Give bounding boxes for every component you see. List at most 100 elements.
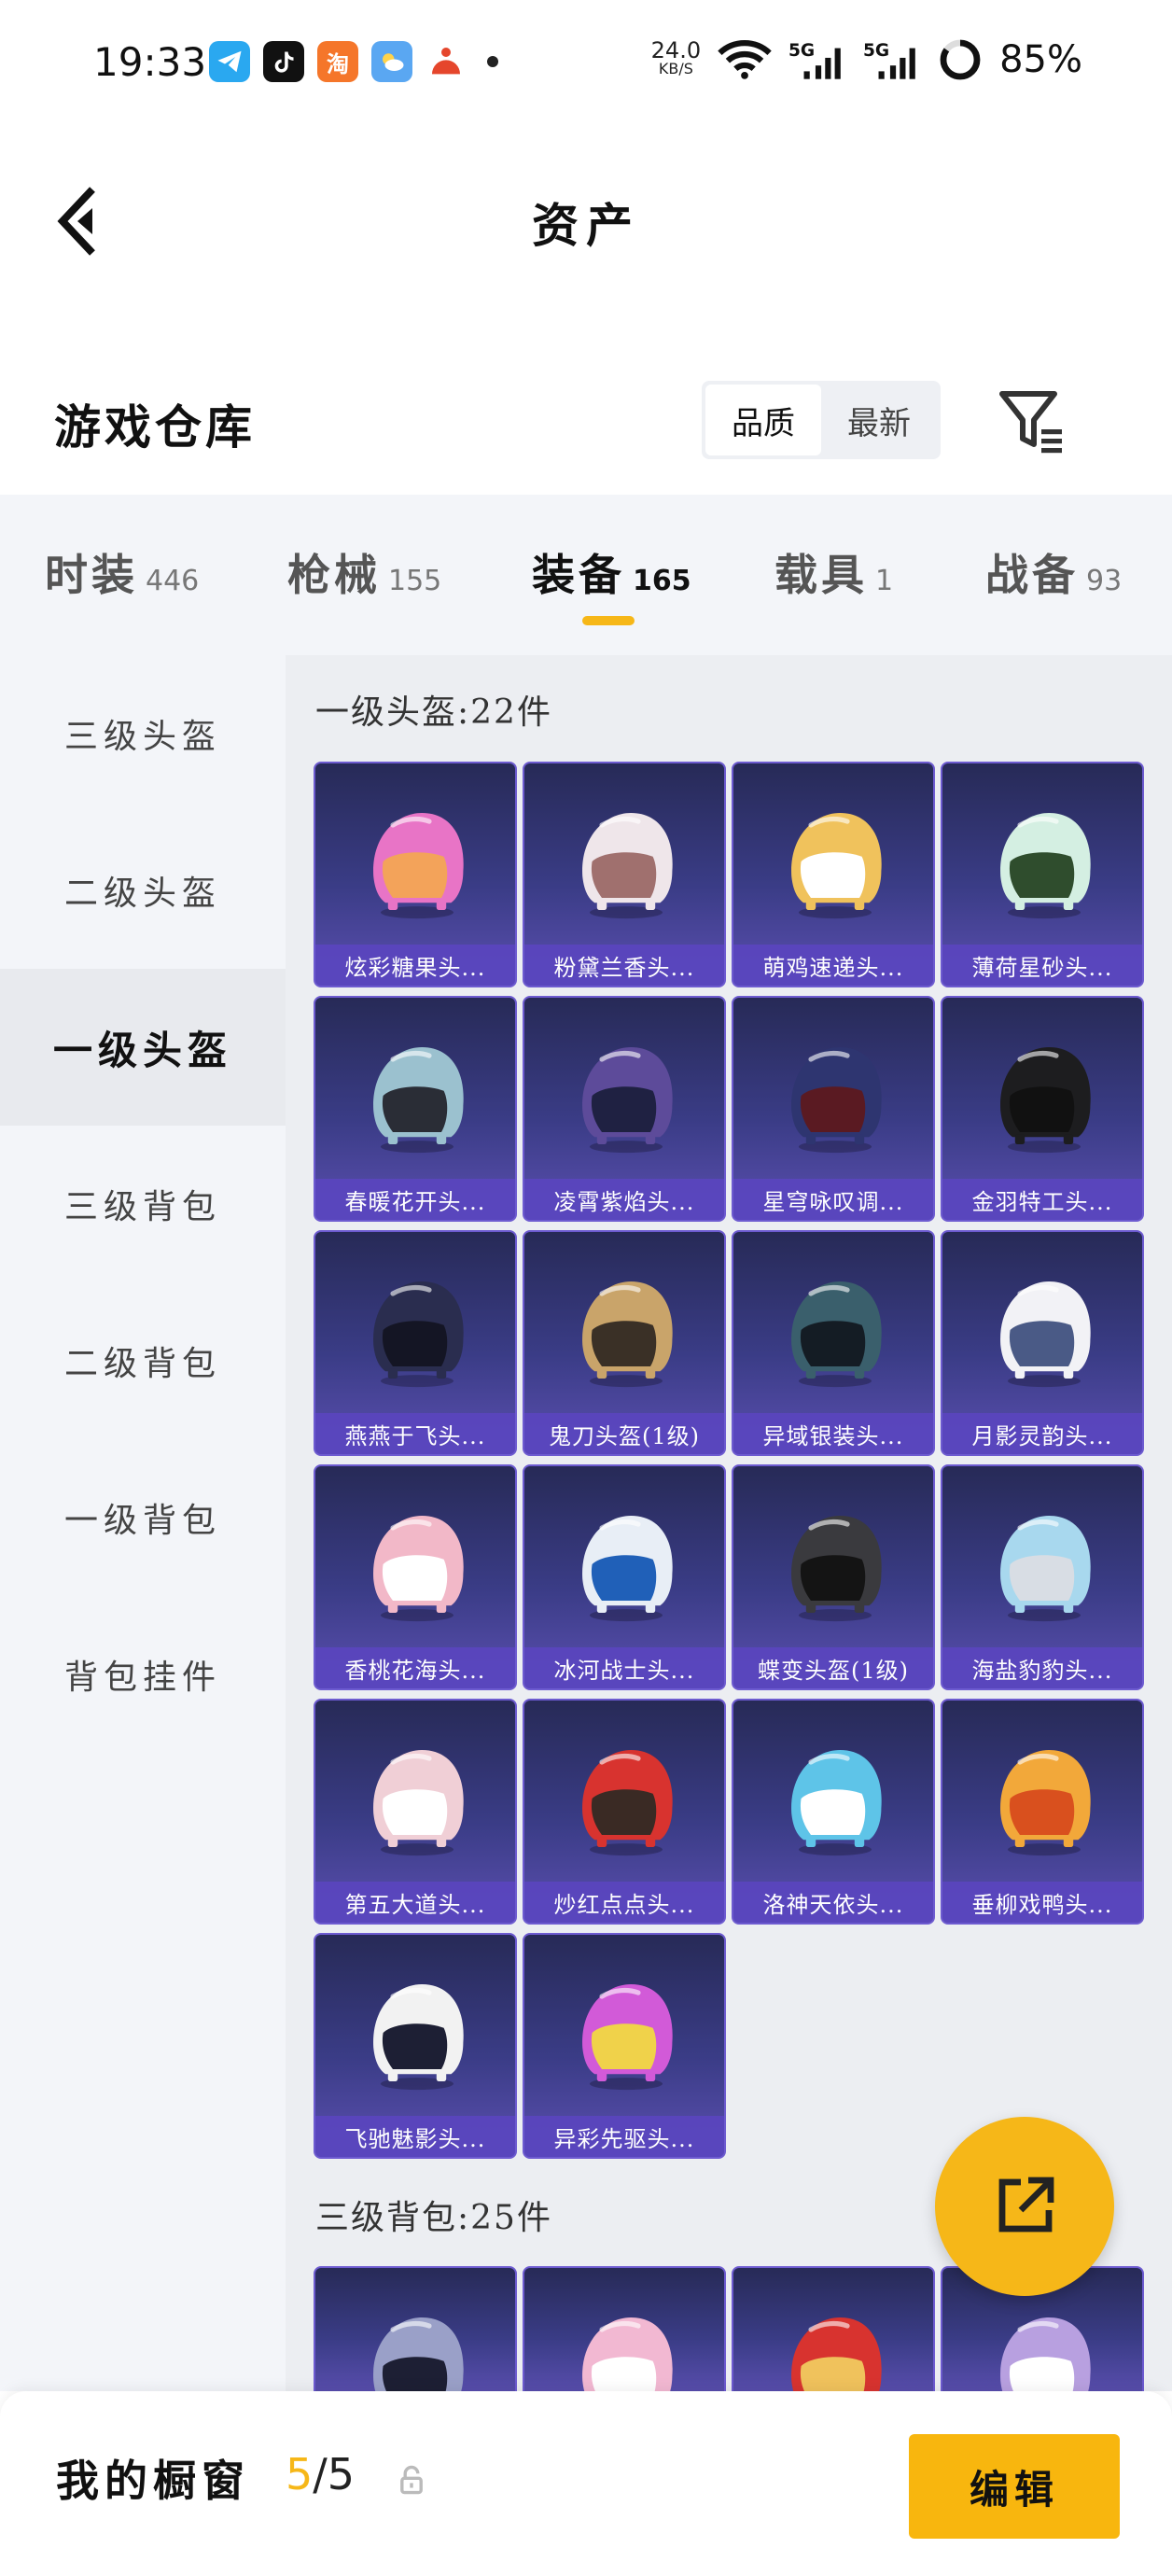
sidebar-item-level1-backpack[interactable]: 一级背包 [0,1439,286,1596]
helmet-image [791,813,882,919]
item-card[interactable]: 香桃花海头... [314,1464,517,1690]
item-card[interactable] [732,2266,935,2391]
sidebar-item-level3-helmet[interactable]: 三级头盔 [0,655,286,812]
weather-icon [371,41,412,82]
helmet-image [582,813,673,919]
group-title-level3-backpack: 三级背包:25件 [315,2199,552,2237]
svg-text:5G: 5G [788,41,815,61]
showcase-current: 5 [286,2449,314,2499]
lock-icon [400,2465,423,2495]
tab-label: 载具 [774,550,868,600]
item-name: 燕燕于飞头... [315,1413,515,1454]
item-card[interactable]: 春暖花开头... [314,996,517,1222]
warehouse-title: 游戏仓库 [54,399,256,455]
edit-button[interactable]: 编辑 [909,2434,1120,2539]
tab-label: 战备 [985,550,1079,600]
sidebar-item-backpack-charm[interactable]: 背包挂件 [0,1596,286,1753]
tab-count: 165 [633,565,691,597]
tab-label: 装备 [532,550,625,600]
item-card[interactable]: 鬼刀头盔(1级) [523,1230,726,1456]
item-card[interactable]: 洛神天依头... [732,1699,935,1925]
sort-toggle: 品质 最新 [702,381,941,459]
item-card[interactable]: 炫彩糖果头... [314,762,517,987]
item-name: 垂柳戏鸭头... [942,1882,1142,1923]
item-name: 薄荷星砂头... [942,945,1142,986]
item-card[interactable]: 蝶变头盔(1级) [732,1464,935,1690]
item-name: 香桃花海头... [315,1647,515,1688]
share-button[interactable] [935,2117,1114,2296]
signal-5g-icon-2: 5G [863,41,915,79]
status-bar: 19:33 淘 24.0 KB/S 5G 5G 85% [0,0,1172,131]
item-name: 第五大道头... [315,1882,515,1923]
sort-option-latest[interactable]: 最新 [821,385,937,455]
wifi-icon [718,40,772,79]
helmet-image [1000,1281,1091,1388]
item-name: 炒红点点头... [524,1882,724,1923]
helmet-image [373,813,464,919]
item-card[interactable]: 第五大道头... [314,1699,517,1925]
item-card[interactable]: 异域银装头... [732,1230,935,1456]
item-card[interactable]: 炒红点点头... [523,1699,726,1925]
sort-option-quality[interactable]: 品质 [705,385,821,455]
item-card[interactable]: 海盐豹豹头... [941,1464,1144,1690]
item-card[interactable]: 飞驰魅影头... [314,1933,517,2159]
item-card[interactable] [523,2266,726,2391]
item-card[interactable]: 粉黛兰香头... [523,762,726,987]
tab-supplies[interactable]: 战备 93 [985,541,1122,603]
helmet-image [791,1750,882,1856]
page-title: 资产 [532,198,640,253]
battery-percent: 85% [999,38,1082,81]
sidebar-item-level3-backpack[interactable]: 三级背包 [0,1126,286,1282]
item-card[interactable] [314,2266,517,2391]
item-card[interactable]: 异彩先驱头... [523,1933,726,2159]
filter-button[interactable] [995,383,1069,457]
sidebar-item-level2-backpack[interactable]: 二级背包 [0,1282,286,1439]
tab-equipment[interactable]: 装备 165 [532,541,691,603]
item-name: 飞驰魅影头... [315,2116,515,2157]
tab-weapons[interactable]: 枪械 155 [287,541,441,603]
helmet-image [373,1984,464,2091]
tab-vehicles[interactable]: 载具 1 [774,541,893,603]
item-card[interactable]: 凌霄紫焰头... [523,996,726,1222]
item-card[interactable]: 冰河战士头... [523,1464,726,1690]
taobao-glyph: 淘 [327,50,349,77]
helmet-image [582,1047,673,1154]
showcase-count: 5/5 [286,2449,355,2499]
helmet-image [1000,1047,1091,1154]
item-card[interactable]: 月影灵韵头... [941,1230,1144,1456]
helmet-image [1000,1750,1091,1856]
item-card[interactable]: 星穹咏叹调... [732,996,935,1222]
header: 资产 [0,131,1172,308]
item-name: 凌霄紫焰头... [524,1179,724,1220]
item-name: 月影灵韵头... [942,1413,1142,1454]
item-card[interactable]: 垂柳戏鸭头... [941,1699,1144,1925]
signal-5g-icon: 5G [788,41,841,79]
tab-fashion[interactable]: 时装 446 [45,541,199,603]
svg-text:5G: 5G [863,41,889,61]
battery-ring-icon [940,39,981,80]
taobao-icon: 淘 [317,41,358,82]
sidebar-item-level2-helmet[interactable]: 二级头盔 [0,812,286,969]
tab-label: 枪械 [287,550,381,600]
sidebar-item-level1-helmet[interactable]: 一级头盔 [0,969,286,1126]
tab-count: 446 [146,565,200,597]
tiktok-icon [263,41,304,82]
more-notifications-dot [487,56,498,67]
item-card[interactable]: 金羽特工头... [941,996,1144,1222]
subcategory-sidebar: 三级头盔 二级头盔 一级头盔 三级背包 二级背包 一级背包 背包挂件 [0,655,286,2391]
status-app-icons: 淘 [209,41,498,82]
share-external-icon [998,2177,1054,2233]
status-right: 24.0 KB/S 5G 5G 85% [651,37,1082,82]
helmet-image [373,1750,464,1856]
item-card[interactable]: 燕燕于飞头... [314,1230,517,1456]
warehouse-header: 游戏仓库 品质 最新 [0,355,1172,495]
helmet-image [791,2317,882,2391]
item-name: 萌鸡速递头... [733,945,933,986]
item-card[interactable]: 萌鸡速递头... [732,762,935,987]
net-speed-value: 24.0 [650,37,702,63]
category-tabs: 时装 446 枪械 155 装备 165 载具 1 战备 93 [0,495,1172,655]
helmet-image [1000,813,1091,919]
item-card[interactable]: 薄荷星砂头... [941,762,1144,987]
showcase-total: 5 [327,2449,356,2499]
item-name: 洛神天依头... [733,1882,933,1923]
